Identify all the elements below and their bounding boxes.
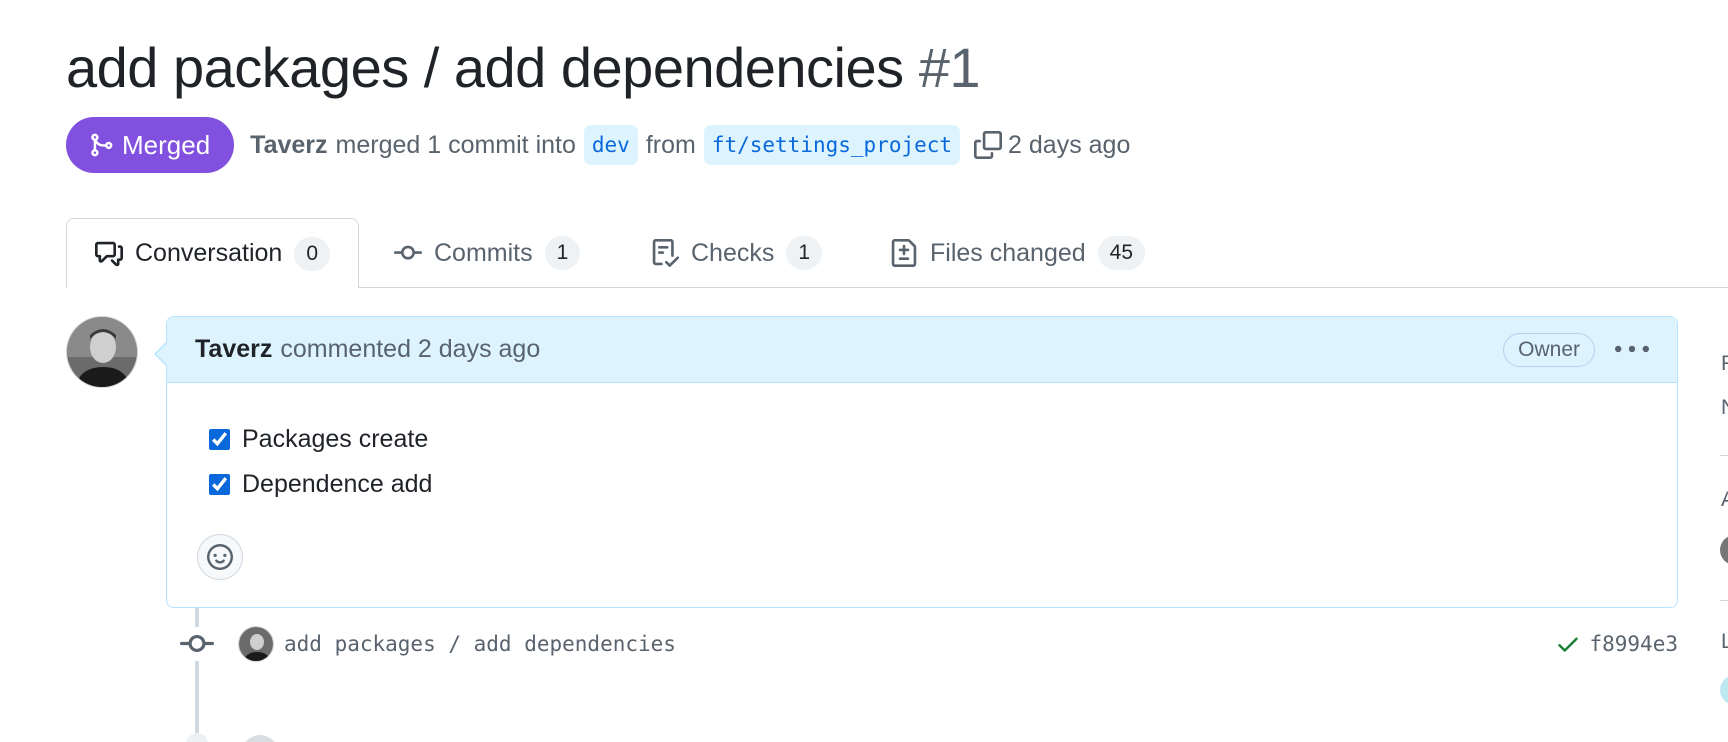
- tab-conversation-count: 0: [294, 236, 330, 271]
- git-commit-icon: [394, 239, 422, 267]
- author-avatar[interactable]: [66, 316, 138, 388]
- sidebar-assignee-avatar[interactable]: [1720, 535, 1728, 565]
- merge-action-text: merged 1 commit into: [335, 130, 576, 159]
- head-branch-link[interactable]: ft/settings_project: [703, 125, 961, 165]
- tab-files-changed[interactable]: Files changed 45: [862, 218, 1173, 288]
- tab-commits-count: 1: [544, 236, 581, 270]
- tab-checks[interactable]: Checks 1: [623, 218, 850, 288]
- sidebar-divider: [1720, 600, 1728, 601]
- pr-number: #1: [918, 36, 981, 99]
- sidebar-labels-heading: L: [1721, 630, 1728, 653]
- smiley-icon[interactable]: [197, 534, 243, 580]
- pr-description-comment: Taverz commented 2 days ago Owner Packag…: [154, 316, 1678, 608]
- checklist-icon: [651, 239, 679, 267]
- tab-conversation-label: Conversation: [135, 239, 283, 267]
- git-merge-icon: [88, 132, 114, 158]
- merged-state-badge: Merged: [66, 117, 235, 173]
- commit-sha-link[interactable]: f8994e3: [1589, 632, 1678, 656]
- tab-commits-label: Commits: [434, 238, 533, 267]
- task-checkbox[interactable]: [209, 474, 230, 495]
- commit-author-avatar[interactable]: [238, 626, 274, 662]
- pr-author-link[interactable]: Taverz: [250, 131, 327, 160]
- tab-files-changed-count: 45: [1097, 236, 1146, 270]
- sidebar-assignees-heading: A: [1721, 488, 1728, 512]
- commit-message-link[interactable]: add packages / add dependencies: [284, 632, 676, 656]
- timeline-badge: [186, 733, 208, 742]
- sidebar-reviewers-heading: R: [1721, 352, 1728, 376]
- sidebar-reviewers-value: N: [1721, 396, 1728, 420]
- sidebar-divider: [1720, 455, 1728, 456]
- copy-icon[interactable]: [974, 131, 1003, 159]
- tab-commits[interactable]: Commits 1: [366, 218, 608, 288]
- tab-checks-count: 1: [786, 236, 823, 270]
- tab-files-changed-label: Files changed: [930, 238, 1086, 267]
- task-checkbox[interactable]: [209, 429, 230, 450]
- git-commit-icon: [180, 627, 214, 661]
- tab-checks-label: Checks: [691, 238, 775, 267]
- timeline-commit-row: add packages / add dependencies f8994e3: [180, 622, 1678, 666]
- task-item: Dependence add: [209, 462, 1677, 507]
- sidebar-label-pill[interactable]: [1720, 675, 1728, 705]
- from-text: from: [645, 130, 696, 159]
- kebab-horizontal-icon[interactable]: [1615, 333, 1649, 367]
- file-diff-icon: [890, 239, 918, 267]
- task-label: Packages create: [242, 425, 429, 453]
- tab-conversation[interactable]: Conversation 0: [66, 218, 359, 289]
- pr-meta: Merged Taverz merged 1 commit into dev f…: [66, 117, 1138, 173]
- pr-tabs: Conversation 0 Commits 1 Checks 1 Files …: [66, 218, 1728, 289]
- pr-title-text: add packages / add dependencies: [66, 36, 904, 99]
- task-list: Packages create Dependence add: [167, 383, 1677, 507]
- task-label: Dependence add: [242, 470, 433, 498]
- comment-time-link[interactable]: commented 2 days ago: [280, 335, 540, 364]
- timeline-avatar: [242, 735, 278, 742]
- pull-request-page: add packages / add dependencies #1 Merge…: [0, 0, 1728, 742]
- comment-author-link[interactable]: Taverz: [195, 335, 272, 364]
- comment-header: Taverz commented 2 days ago Owner: [167, 317, 1677, 383]
- state-label: Merged: [122, 129, 211, 160]
- check-icon[interactable]: [1555, 631, 1581, 657]
- base-branch-link[interactable]: dev: [583, 125, 638, 165]
- merge-time-link[interactable]: 2 days ago: [1008, 131, 1130, 160]
- pr-title: add packages / add dependencies #1: [66, 34, 980, 102]
- task-item: Packages create: [209, 417, 1677, 462]
- owner-badge: Owner: [1503, 332, 1595, 367]
- comment-discussion-icon: [95, 240, 123, 268]
